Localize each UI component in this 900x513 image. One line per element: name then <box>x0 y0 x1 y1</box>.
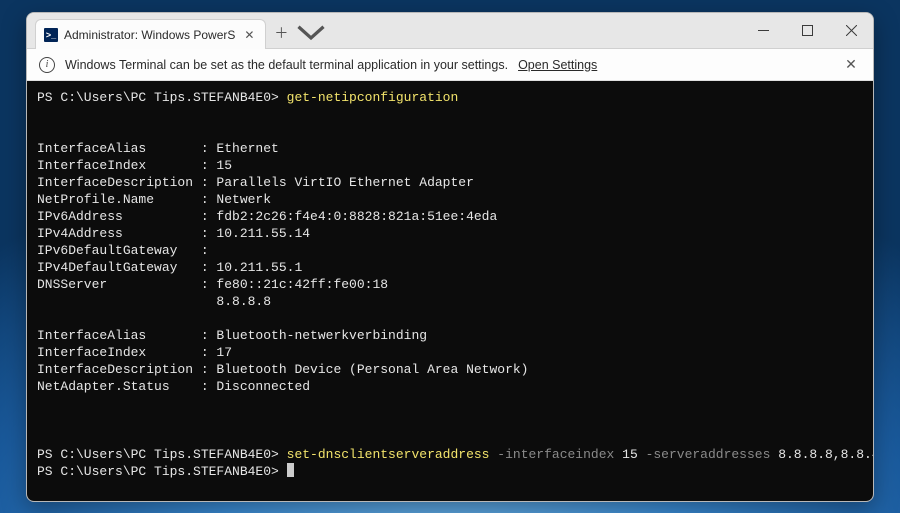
tab-powershell[interactable]: >_ Administrator: Windows PowerS ✕ <box>35 19 266 49</box>
tab-menu-button[interactable] <box>296 18 326 48</box>
minimize-button[interactable] <box>741 12 785 48</box>
close-window-button[interactable] <box>829 12 873 48</box>
close-infobar-button[interactable]: ✕ <box>841 55 861 75</box>
info-icon: i <box>39 57 55 73</box>
window-controls <box>741 12 873 48</box>
terminal-window: >_ Administrator: Windows PowerS ✕ ＋ i W… <box>26 12 874 502</box>
maximize-button[interactable] <box>785 12 829 48</box>
chevron-down-icon <box>296 18 326 48</box>
close-tab-button[interactable]: ✕ <box>241 27 257 43</box>
terminal-output[interactable]: PS C:\Users\PC Tips.STEFANB4E0> get-neti… <box>27 81 873 501</box>
tab-title: Administrator: Windows PowerS <box>64 28 235 42</box>
powershell-icon: >_ <box>44 28 58 42</box>
info-bar: i Windows Terminal can be set as the def… <box>27 49 873 81</box>
titlebar: >_ Administrator: Windows PowerS ✕ ＋ <box>27 13 873 49</box>
info-message: Windows Terminal can be set as the defau… <box>65 58 508 72</box>
new-tab-button[interactable]: ＋ <box>266 18 296 48</box>
open-settings-link[interactable]: Open Settings <box>518 58 597 72</box>
